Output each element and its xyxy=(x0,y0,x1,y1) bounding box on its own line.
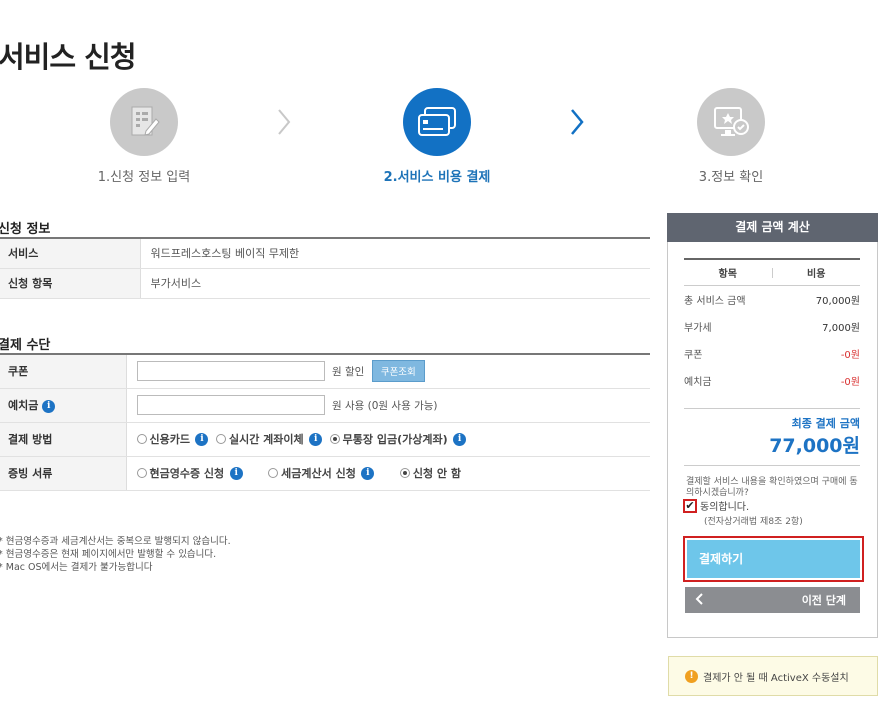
table-row: 신청 항목 부가서비스 xyxy=(0,268,650,299)
notes: * 현금영수증과 세금계산서는 중복으로 발행되지 않습니다. * 현금영수증은… xyxy=(0,535,231,574)
pay-button[interactable]: 결제하기 xyxy=(687,540,860,578)
option-no-receipt[interactable]: 신청 안 함 xyxy=(413,467,461,480)
col-cost: 비용 xyxy=(807,269,826,280)
coupon-unit: 원 할인 xyxy=(332,365,365,378)
note-item: * Mac OS에서는 결제가 불가능합니다 xyxy=(0,562,153,573)
agree-checkbox[interactable]: ✔ xyxy=(683,498,697,513)
radio-cash-receipt[interactable] xyxy=(136,468,147,478)
step-3-label: 3.정보 확인 xyxy=(698,170,764,185)
final-amount-block: 최종 결제 금액 77,000원 xyxy=(684,408,860,458)
agree-row: ✔ 동의합니다. xyxy=(683,498,749,513)
info-icon[interactable]: i xyxy=(42,399,56,413)
payment-method-table: 쿠폰 원 할인 쿠폰조회 예치금 i 원 사용 (0원 사용 가능) 결제 방법… xyxy=(0,353,650,491)
table-row: 결제 방법 신용카드 i 실시간 계좌이체 i 무통장 입금(가상계좌) i xyxy=(0,422,650,457)
pay-button-highlight: 결제하기 xyxy=(683,536,864,582)
option-tax-invoice[interactable]: 세금계산서 신청 xyxy=(281,467,356,480)
summary-row-label: 부가세 xyxy=(684,323,712,334)
step-1: 1.신청 정보 입력 xyxy=(44,88,244,185)
summary-title: 결제 금액 계산 xyxy=(667,213,878,242)
activex-install-link[interactable]: ! 결제가 안 될 때 ActiveX 수동설치 xyxy=(668,656,878,696)
col-item: 항목 xyxy=(718,269,737,280)
info-icon[interactable]: i xyxy=(309,432,323,446)
info-icon[interactable]: i xyxy=(195,432,209,446)
coupon-lookup-button[interactable]: 쿠폰조회 xyxy=(371,360,425,383)
step-2-label: 2.서비스 비용 결제 xyxy=(383,170,491,185)
service-value: 워드프레스호스팅 베이직 무제한 xyxy=(140,237,650,269)
summary-row-value: -0원 xyxy=(840,350,860,361)
table-row: 서비스 워드프레스호스팅 베이직 무제한 xyxy=(0,237,650,269)
item-value: 부가서비스 xyxy=(140,268,650,299)
warning-icon: ! xyxy=(685,669,698,683)
option-credit-card[interactable]: 신용카드 xyxy=(150,433,190,446)
final-amount-label: 최종 결제 금액 xyxy=(791,417,860,430)
step-1-label: 1.신청 정보 입력 xyxy=(97,170,191,185)
option-cash-receipt[interactable]: 현금영수증 신청 xyxy=(150,467,225,480)
info-icon[interactable]: i xyxy=(453,432,467,446)
page-title: 서비스 신청 xyxy=(0,40,136,74)
radio-no-receipt[interactable] xyxy=(399,468,410,478)
method-label: 결제 방법 xyxy=(0,422,127,457)
info-icon[interactable]: i xyxy=(229,466,243,480)
radio-bank-transfer[interactable] xyxy=(215,434,226,444)
step-2: 2.서비스 비용 결제 xyxy=(337,88,537,185)
radio-virtual-account[interactable] xyxy=(329,434,340,444)
prev-step-label: 이전 단계 xyxy=(801,594,846,607)
payment-method-title: 결제 수단 xyxy=(0,338,51,353)
monitor-check-icon xyxy=(697,88,765,156)
radio-credit-card[interactable] xyxy=(136,434,147,444)
table-row: 증빙 서류 현금영수증 신청 i 세금계산서 신청 i 신청 안 함 xyxy=(0,456,650,491)
table-row: 예치금 i 원 사용 (0원 사용 가능) xyxy=(0,388,650,423)
application-info-table: 서비스 워드프레스호스팅 베이직 무제한 신청 항목 부가서비스 xyxy=(0,237,650,299)
summary-row: 부가세 7,000원 xyxy=(684,313,860,340)
activex-label: 결제가 안 될 때 ActiveX 수동설치 xyxy=(703,672,849,684)
document-edit-icon xyxy=(110,88,178,156)
summary-row: 쿠폰 -0원 xyxy=(684,340,860,367)
note-item: * 현금영수증은 현재 페이지에서만 발행할 수 있습니다. xyxy=(0,549,217,560)
deposit-input[interactable] xyxy=(136,395,325,415)
law-note: (전자상거래법 제8조 2항) xyxy=(704,517,803,527)
option-bank-transfer[interactable]: 실시간 계좌이체 xyxy=(229,433,304,446)
deposit-label: 예치금 xyxy=(8,399,39,412)
option-virtual-account[interactable]: 무통장 입금(가상계좌) xyxy=(343,433,448,446)
final-amount: 77,000원 xyxy=(769,435,860,457)
summary-row-value: 7,000원 xyxy=(822,323,860,334)
summary-row-label: 예치금 xyxy=(684,377,712,388)
summary-row-value: 70,000원 xyxy=(815,296,860,307)
agree-label[interactable]: 동의합니다. xyxy=(700,498,749,513)
application-info-title: 신청 정보 xyxy=(0,222,51,237)
summary-row: 예치금 -0원 xyxy=(684,367,860,394)
coupon-label: 쿠폰 xyxy=(0,353,127,389)
step-3: 3.정보 확인 xyxy=(631,88,831,185)
summary-row-label: 총 서비스 금액 xyxy=(684,296,746,307)
table-row: 쿠폰 원 할인 쿠폰조회 xyxy=(0,353,650,389)
chevron-right-icon xyxy=(278,109,291,135)
summary-row: 총 서비스 금액 70,000원 xyxy=(684,286,860,313)
summary-row-value: -0원 xyxy=(840,377,860,388)
chevron-left-icon xyxy=(695,592,703,608)
summary-table: 항목 비용 총 서비스 금액 70,000원 부가세 7,000원 쿠폰 -0원 예치… xyxy=(684,258,860,394)
deposit-unit: 원 사용 (0원 사용 가능) xyxy=(332,399,438,412)
payment-card-icon xyxy=(403,88,471,156)
confirm-question: 결제할 서비스 내용을 확인하였으며 구매에 동의하시겠습니까? xyxy=(686,477,858,498)
info-icon[interactable]: i xyxy=(361,466,375,480)
prev-step-button[interactable]: 이전 단계 xyxy=(685,587,860,613)
coupon-input[interactable] xyxy=(136,361,325,382)
summary-header: 항목 비용 xyxy=(684,258,860,286)
radio-tax-invoice[interactable] xyxy=(268,468,279,478)
note-item: * 현금영수증과 세금계산서는 중복으로 발행되지 않습니다. xyxy=(0,536,231,547)
summary-row-label: 쿠폰 xyxy=(684,350,703,361)
service-label: 서비스 xyxy=(0,237,141,269)
divider xyxy=(684,465,860,466)
chevron-right-icon xyxy=(571,109,584,135)
receipt-label: 증빙 서류 xyxy=(0,456,127,491)
item-label: 신청 항목 xyxy=(0,268,141,299)
